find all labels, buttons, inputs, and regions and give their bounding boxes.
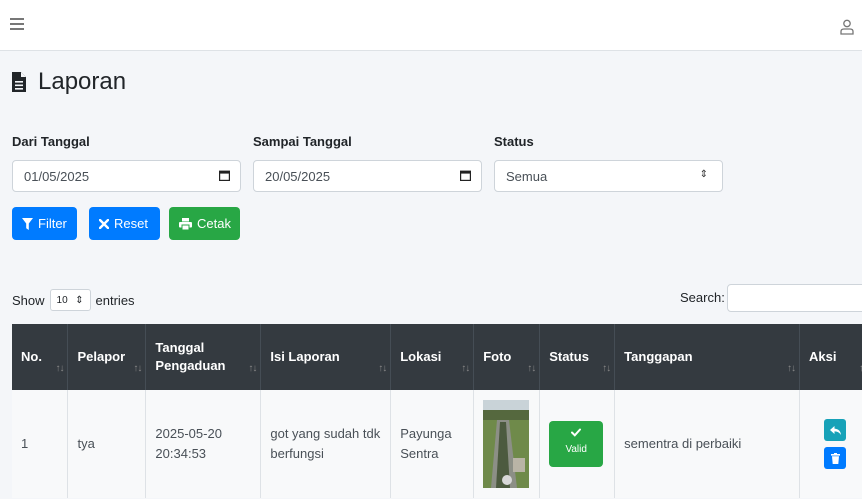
cell-response: sementra di perbaiki — [614, 390, 800, 498]
check-icon — [571, 428, 582, 437]
column-header-status[interactable]: Status ↑↓ — [539, 324, 616, 390]
column-header-location[interactable]: Lokasi ↑↓ — [390, 324, 475, 390]
column-header-report[interactable]: Isi Laporan ↑↓ — [260, 324, 392, 390]
cell-date: 2025-05-20 20:34:53 — [145, 390, 262, 498]
filter-icon — [22, 217, 33, 230]
cell-photo — [473, 390, 541, 498]
page-title: Laporan — [38, 68, 127, 95]
column-header-date[interactable]: Tanggal Pengaduan ↑↓ — [145, 324, 262, 390]
search-input[interactable] — [727, 284, 862, 312]
show-label: Show — [12, 292, 45, 308]
document-icon — [12, 72, 26, 92]
print-icon — [179, 217, 192, 230]
column-header-reporter[interactable]: Pelapor ↑↓ — [67, 324, 147, 390]
print-button[interactable]: Cetak — [169, 207, 240, 240]
select-arrows-icon: ⇕ — [75, 294, 84, 306]
calendar-icon[interactable] — [460, 170, 471, 181]
reply-button[interactable] — [824, 419, 847, 441]
table-length-control: Show 10 ⇕ entries — [12, 289, 135, 311]
cell-reporter: tya — [67, 390, 147, 498]
cell-location: Payunga Sentra — [390, 390, 475, 498]
table-row: 1 tya 2025-05-20 20:34:53 got yang sudah… — [12, 390, 862, 498]
status-badge-label: Valid — [565, 444, 587, 455]
times-icon — [99, 218, 109, 229]
select-arrows-icon: ⇕ — [699, 169, 708, 180]
reset-button-label: Reset — [114, 216, 148, 231]
reset-button[interactable]: Reset — [89, 207, 160, 240]
status-badge[interactable]: Valid — [549, 421, 604, 467]
menu-icon[interactable] — [10, 18, 24, 30]
entries-select-value: 10 — [56, 294, 68, 306]
reply-icon — [829, 425, 841, 435]
calendar-icon[interactable] — [219, 170, 230, 181]
column-header-response[interactable]: Tanggapan ↑↓ — [614, 324, 800, 390]
filter-button-label: Filter — [38, 216, 67, 231]
from-date-label: Dari Tanggal — [12, 134, 90, 149]
to-date-input[interactable]: 20/05/2025 — [253, 160, 482, 192]
to-date-label: Sampai Tanggal — [253, 134, 352, 149]
column-header-photo[interactable]: Foto ↑↓ — [473, 324, 541, 390]
user-icon[interactable] — [840, 19, 854, 35]
page-header: Laporan — [12, 68, 126, 96]
to-date-value: 20/05/2025 — [265, 169, 331, 184]
from-date-input[interactable]: 01/05/2025 — [12, 160, 241, 192]
from-date-value: 01/05/2025 — [24, 169, 90, 184]
cell-report: got yang sudah tdk berfungsi — [260, 390, 392, 498]
report-table: No. ↑↓ Pelapor ↑↓ Tanggal Pengaduan ↑↓ Isi … — [12, 324, 862, 498]
filter-button[interactable]: Filter — [12, 207, 77, 240]
status-select-value: Semua — [506, 169, 548, 184]
entries-select[interactable]: 10 ⇕ — [49, 289, 91, 311]
cell-status: Valid — [539, 390, 616, 498]
report-photo[interactable] — [483, 400, 530, 488]
cell-actions — [799, 390, 862, 498]
table-header-row: No. ↑↓ Pelapor ↑↓ Tanggal Pengaduan ↑↓ Isi … — [12, 324, 862, 390]
entries-label: entries — [95, 292, 135, 308]
delete-button[interactable] — [824, 447, 847, 469]
cell-no: 1 — [12, 390, 69, 498]
column-header-actions[interactable]: Aksi↑↓ — [799, 324, 862, 390]
print-button-label: Cetak — [197, 216, 231, 231]
status-label: Status — [494, 134, 534, 149]
column-header-no[interactable]: No. ↑↓ — [12, 324, 69, 390]
top-navbar — [0, 0, 862, 51]
search-label: Search: — [680, 290, 725, 305]
trash-icon — [830, 452, 840, 464]
status-select[interactable]: Semua ⇕ — [494, 160, 723, 192]
